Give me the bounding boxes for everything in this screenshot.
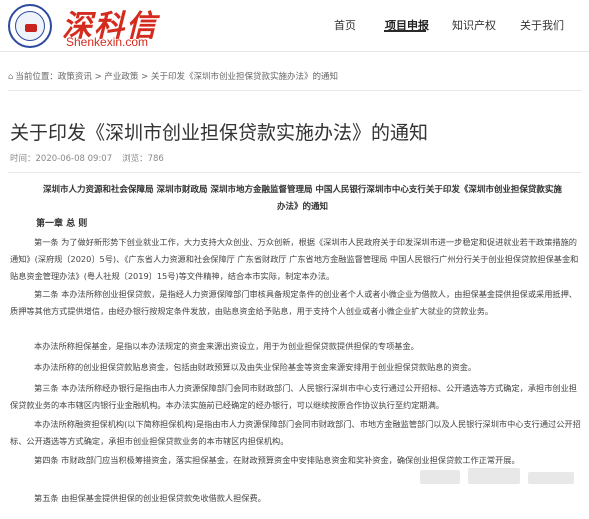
brand-name-en[interactable]: Shenkexin.com	[66, 35, 148, 49]
watermark-block	[468, 468, 520, 484]
site-header: 深科信 Shenkexin.com 首页 项目申报 知识产权 关于我们	[0, 0, 589, 52]
title-divider	[8, 172, 581, 173]
home-icon[interactable]: ⌂	[8, 72, 13, 82]
breadcrumb-text[interactable]: 当前位置：政策资讯 > 产业政策 > 关于印发《深圳市创业担保贷款实施办法》的通…	[15, 72, 338, 82]
blurred-watermark	[420, 460, 580, 504]
watermark-block	[420, 470, 460, 484]
logo-seal-mark	[25, 24, 37, 32]
article-issuers: 深圳市人力资源和社会保障局 深圳市财政局 深圳市地方金融监督管理局 中国人民银行…	[43, 185, 562, 212]
article-time: 时间：2020-06-08 09:07	[10, 154, 113, 164]
nav-about-us[interactable]: 关于我们	[520, 17, 564, 33]
article-paragraph: 第一条 为了做好新形势下创业就业工作，大力支持大众创业、万众创新，根据《深圳市人…	[10, 237, 579, 281]
article-meta: 时间：2020-06-08 09:07 浏览：786	[10, 152, 174, 164]
nav-intellectual-property[interactable]: 知识产权	[452, 17, 496, 33]
logo-seal-icon[interactable]	[8, 4, 52, 48]
logo-seal-inner	[15, 11, 45, 41]
article-paragraph: 本办法所称的创业担保贷款贴息资金，包括由财政预算以及由失业保险基金等资金来源安排…	[34, 362, 477, 372]
article-paragraph: 本办法所称融资担保机构(以下简称担保机构)是指由市人力资源保障部门会同市财政部门…	[10, 419, 581, 446]
article-paragraph: 第二条 本办法所称创业担保贷款，是指经人力资源保障部门审核具备规定条件的创业者个…	[10, 289, 577, 316]
breadcrumb-divider	[8, 90, 581, 91]
chapter-heading: 第一章 总 则	[36, 219, 88, 229]
watermark-block	[528, 472, 574, 484]
article-views: 浏览：786	[122, 154, 164, 164]
article-paragraph: 第三条 本办法所称经办银行是指由市人力资源保障部门会同市财政部门、人民银行深圳市…	[10, 383, 577, 410]
article-paragraph: 本办法所称担保基金，是指以本办法规定的资金来源出资设立，用于为创业担保贷款提供担…	[34, 341, 419, 351]
nav-home[interactable]: 首页	[334, 17, 356, 33]
breadcrumb: ⌂ 当前位置：政策资讯 > 产业政策 > 关于印发《深圳市创业担保贷款实施办法》的…	[8, 70, 338, 82]
article-title: 关于印发《深圳市创业担保贷款实施办法》的通知	[10, 122, 429, 144]
nav-active-indicator	[384, 30, 426, 32]
